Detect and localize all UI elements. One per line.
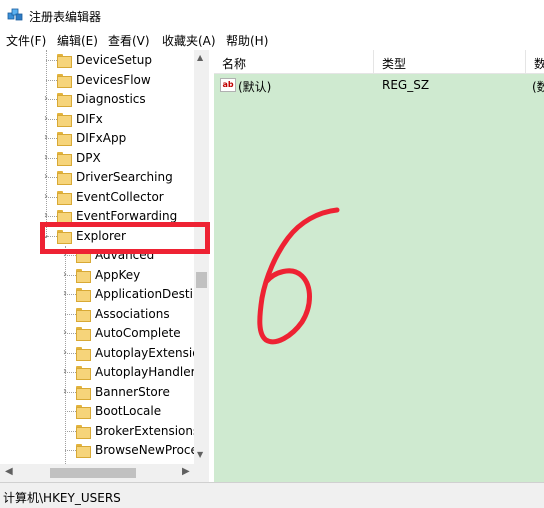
annotation-handwritten-mark	[257, 207, 340, 345]
